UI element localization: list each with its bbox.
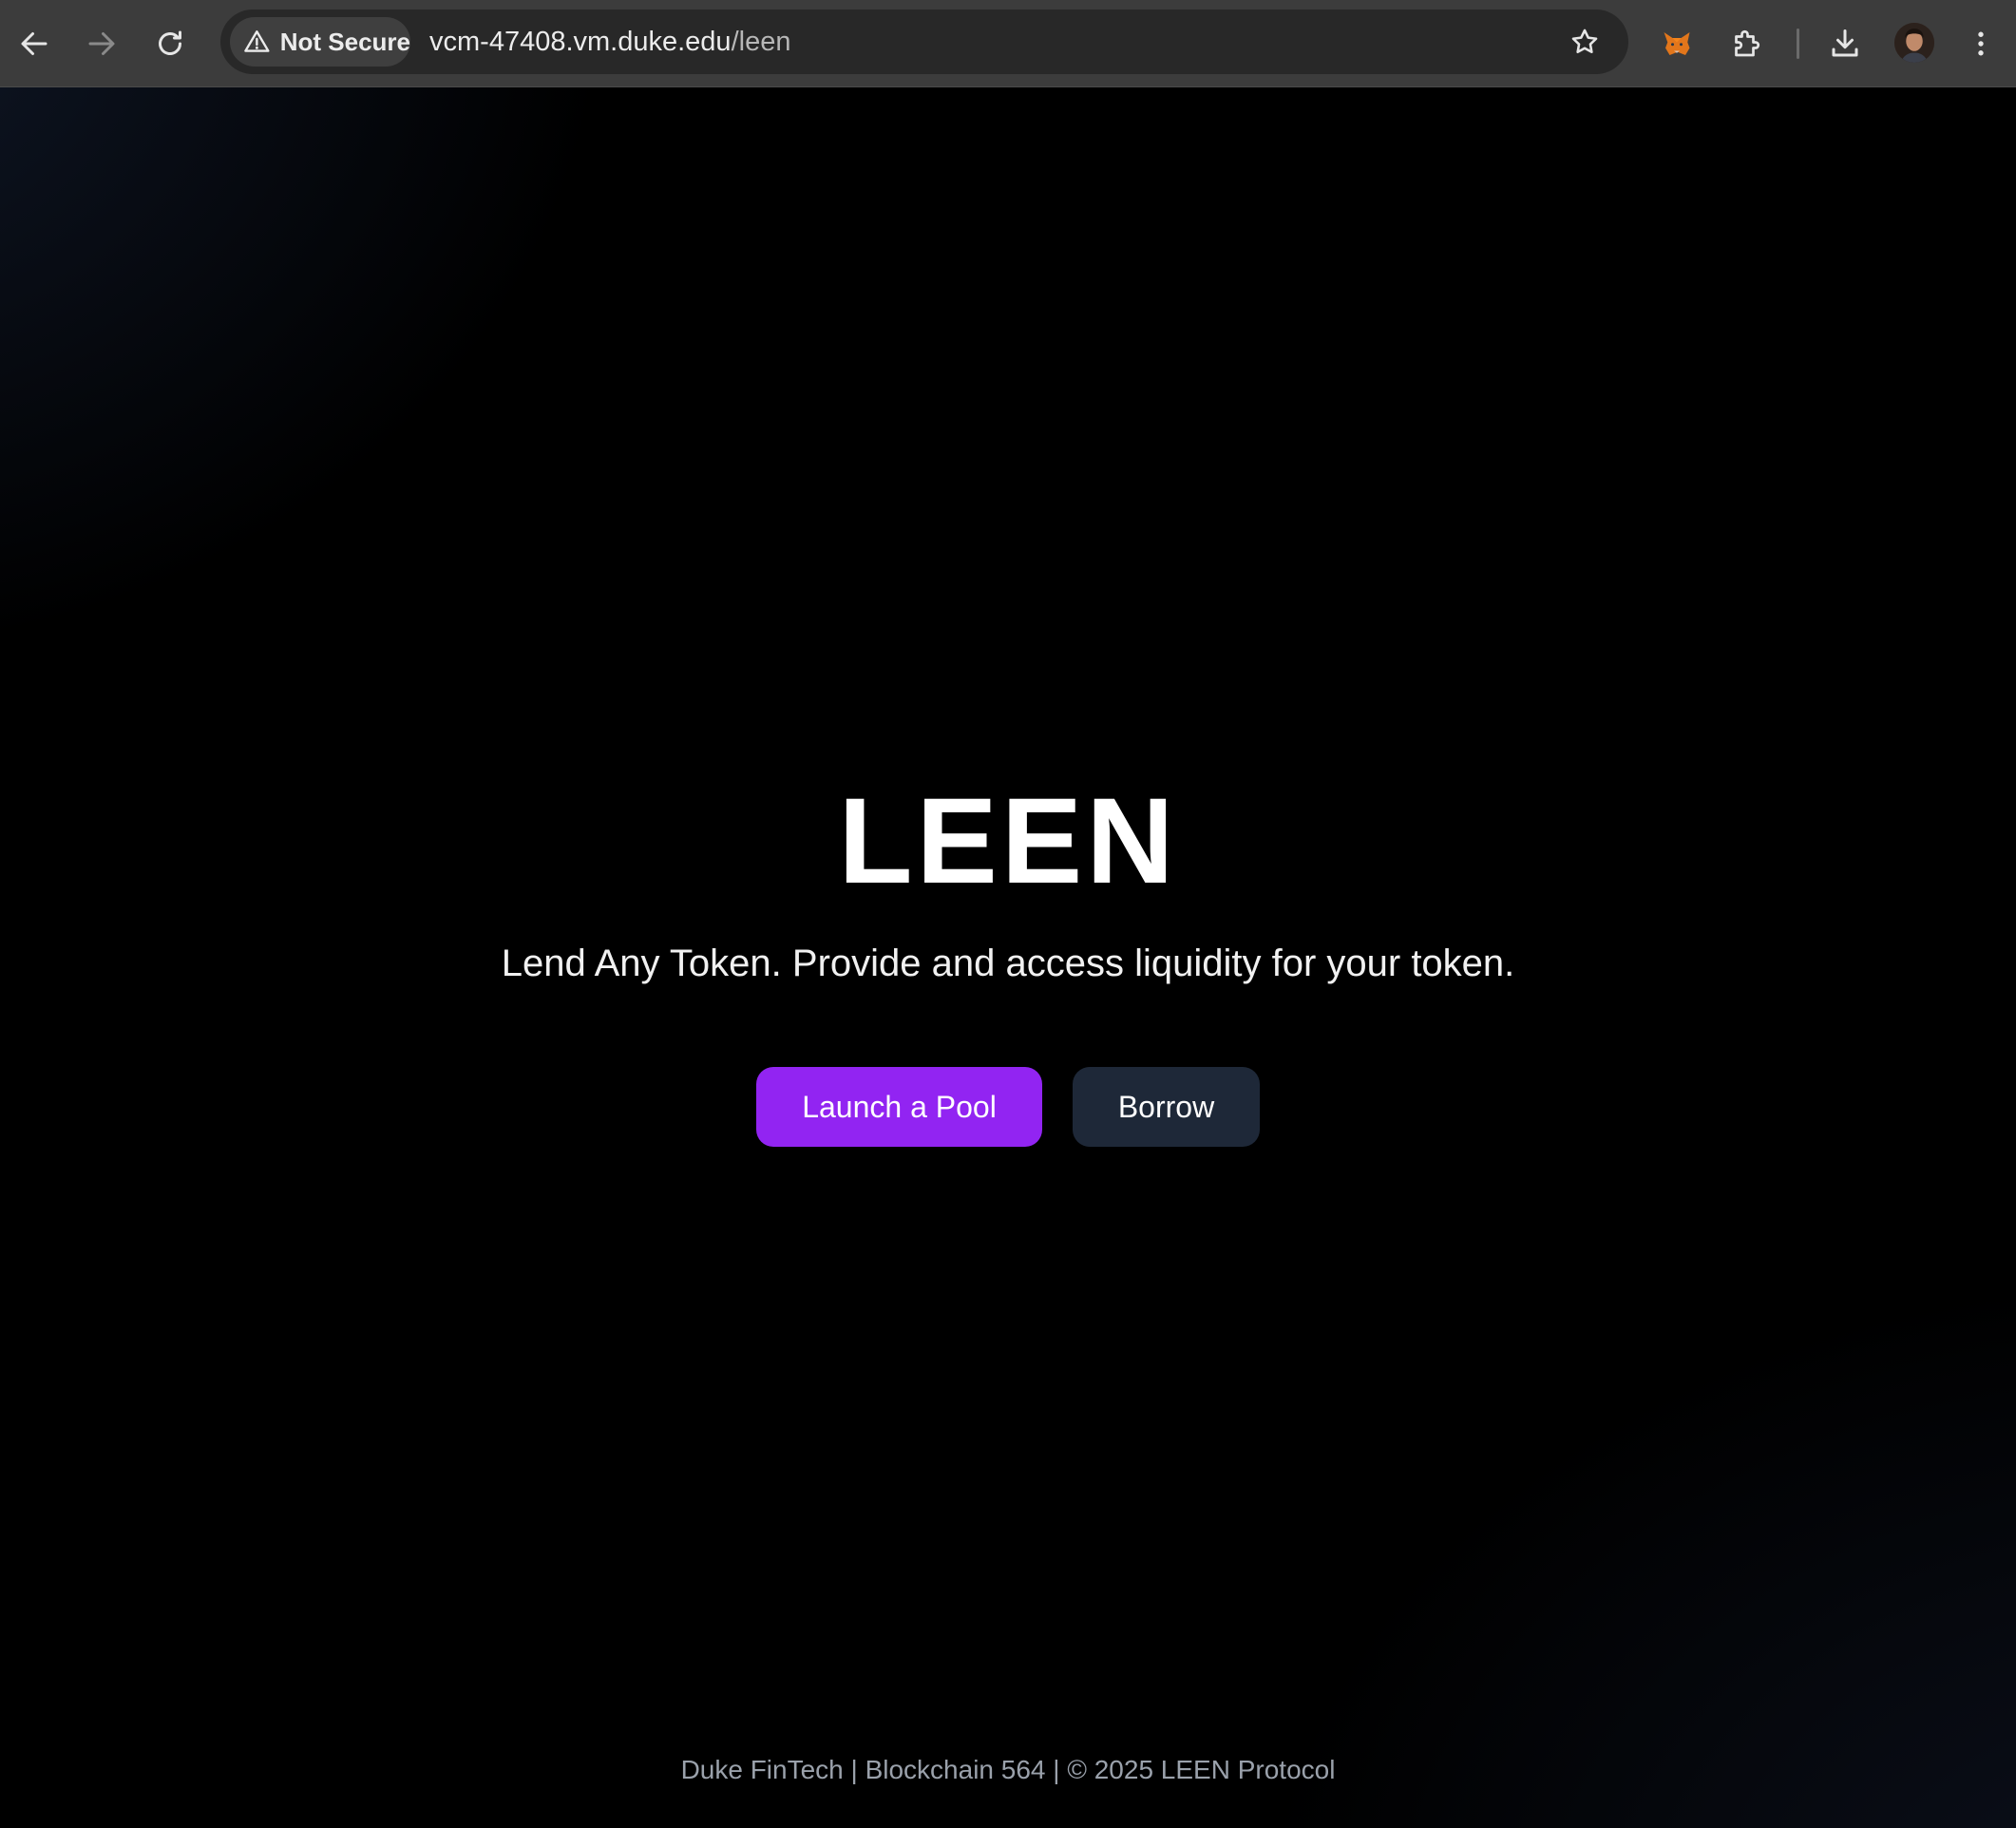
star-icon [1571,29,1598,54]
toolbar-divider [1797,29,1799,59]
url-text[interactable]: vcm-47408.vm.duke.edu/leen [429,10,790,74]
more-vertical-icon [1978,31,1984,56]
browser-menu-button[interactable] [1952,15,2009,72]
reload-icon [159,30,181,55]
downloads-button[interactable] [1816,15,1873,72]
arrow-right-icon [88,32,115,55]
footer-text: Duke FinTech | Blockchain 564 | © 2025 L… [680,1755,1336,1784]
borrow-button[interactable]: Borrow [1073,1067,1260,1147]
url-path: /leen [731,27,791,57]
profile-avatar[interactable] [1894,23,1934,63]
fox-icon [1664,32,1690,55]
profile-photo-icon [1894,23,1934,63]
reload-button[interactable] [142,15,199,72]
launch-pool-button[interactable]: Launch a Pool [756,1067,1042,1147]
puzzle-icon [1735,29,1760,57]
browser-toolbar: Not Secure vcm-47408.vm.duke.edu/leen [0,0,2016,87]
warning-icon [244,30,270,52]
address-bar[interactable]: Not Secure vcm-47408.vm.duke.edu/leen [220,10,1628,74]
hero-tagline: Lend Any Token. Provide and access liqui… [501,943,1515,984]
bookmark-button[interactable] [1562,19,1607,65]
url-host: vcm-47408.vm.duke.edu [429,27,732,57]
extensions-button[interactable] [1718,15,1775,72]
arrow-left-icon [21,32,48,55]
download-icon [1832,29,1858,57]
page-content: LEEN Lend Any Token. Provide and access … [0,87,2016,1828]
site-security-chip[interactable]: Not Secure [230,17,410,67]
back-button[interactable] [6,15,63,72]
forward-button[interactable] [73,15,130,72]
brand-title: LEEN [838,773,1178,909]
hero-actions: Launch a Pool Borrow [0,1067,2016,1147]
security-label: Not Secure [279,27,410,56]
metamask-extension-button[interactable] [1648,15,1705,72]
